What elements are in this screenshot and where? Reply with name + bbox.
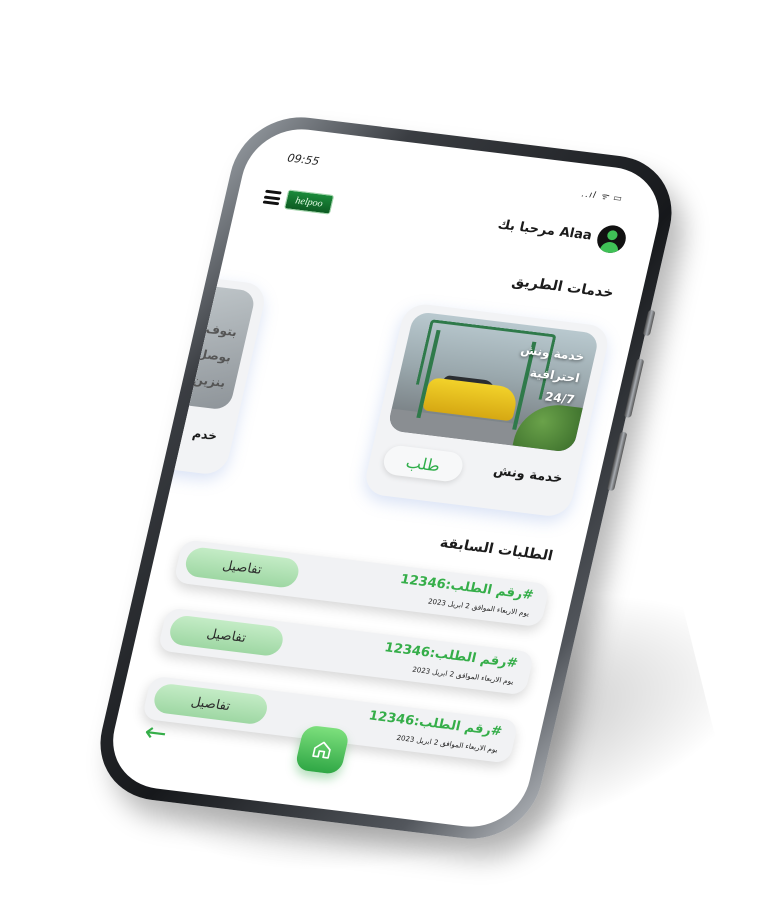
previous-orders-title: الطلبات السابقة <box>438 534 555 565</box>
status-icons: ..ıl ᯤ ▭ <box>580 189 624 205</box>
fuel-image-caption: بتوف بوصل بنزين <box>188 316 240 396</box>
home-button[interactable] <box>294 724 351 775</box>
hamburger-menu-icon[interactable] <box>262 189 282 206</box>
phone-side-button <box>642 309 656 337</box>
caption-line: بنزين <box>191 372 227 390</box>
user-avatar-icon[interactable] <box>594 223 629 255</box>
service-card-fuel[interactable]: بتوف بوصل بنزين خدم <box>102 259 269 477</box>
tow-service-image: خدمة ونش احترافية 24/7 <box>386 311 600 453</box>
service-name: خدم <box>191 426 219 444</box>
details-button[interactable]: تفاصيل <box>167 614 286 658</box>
order-number: رقم الطلب:12346# <box>382 640 520 672</box>
details-button[interactable]: تفاصيل <box>182 546 302 590</box>
arrow-left-icon[interactable]: ← <box>141 717 170 749</box>
order-card[interactable]: رقم الطلب:12346# يوم الاربعاء الموافق 2 … <box>157 607 535 696</box>
phone-volume-up <box>623 358 645 418</box>
fuel-service-image: بتوف بوصل بنزين <box>102 268 257 411</box>
helpoo-logo: helpoo <box>283 189 335 215</box>
order-number: رقم الطلب:12346# <box>398 572 535 604</box>
service-name: خدمة ونش <box>492 463 564 487</box>
request-button[interactable]: طلب <box>380 444 466 483</box>
road-services-title: خدمات الطريق <box>510 273 616 302</box>
services-carousel[interactable]: خدمة ونش احترافية 24/7 خدمة ونش طلب بتوف… <box>102 259 633 535</box>
tow-image-caption: خدمة ونش احترافية 24/7 <box>509 339 587 411</box>
home-icon <box>312 741 331 759</box>
service-card-tow[interactable]: خدمة ونش احترافية 24/7 خدمة ونش طلب <box>361 302 612 519</box>
greeting-text: مرحبا بك Alaa <box>496 217 594 244</box>
phone-volume-down <box>606 431 628 491</box>
status-time: 09:55 <box>286 151 321 169</box>
